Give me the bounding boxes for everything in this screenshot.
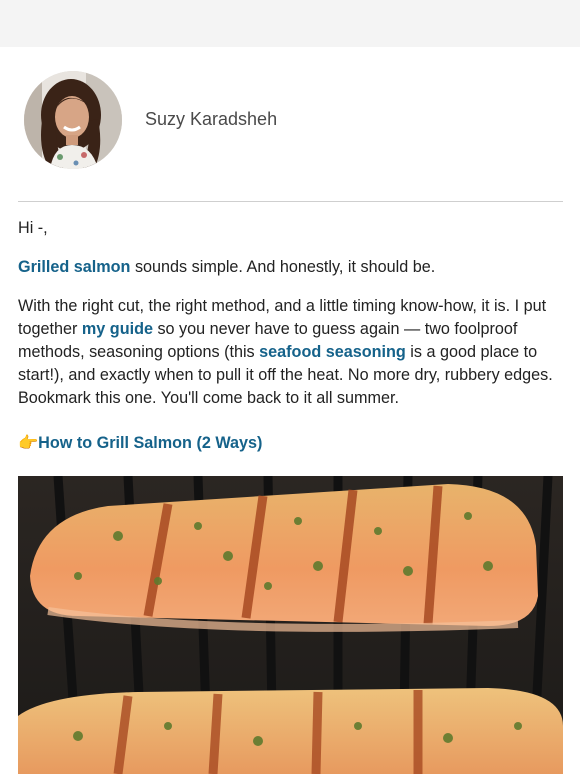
salmon-photo	[18, 476, 563, 774]
intro-paragraph: Grilled salmon sounds simple. And honest…	[18, 256, 566, 279]
pointing-hand-icon: 👉	[18, 434, 39, 452]
top-bar	[0, 0, 580, 47]
my-guide-link[interactable]: my guide	[82, 320, 153, 338]
email-body: Hi -, Grilled salmon sounds simple. And …	[18, 217, 566, 455]
grilled-salmon-image[interactable]	[18, 476, 563, 774]
grilled-salmon-link[interactable]: Grilled salmon	[18, 258, 130, 276]
author-header	[24, 71, 122, 169]
author-name: Suzy Karadsheh	[145, 109, 278, 129]
header-divider	[18, 201, 563, 202]
email-card: Suzy Karadsheh Hi -, Grilled salmon soun…	[0, 47, 580, 774]
seafood-seasoning-link[interactable]: seafood seasoning	[259, 343, 406, 361]
greeting: Hi -,	[18, 219, 48, 237]
intro-text: sounds simple. And honestly, it should b…	[130, 258, 436, 276]
guide-paragraph: With the right cut, the right method, an…	[18, 295, 566, 410]
how-to-grill-salmon-link[interactable]: How to Grill Salmon (2 Ways)	[38, 434, 262, 452]
recipe-cta: 👉How to Grill Salmon (2 Ways)	[18, 432, 566, 455]
author-avatar	[24, 71, 122, 169]
avatar-portrait	[24, 71, 122, 169]
